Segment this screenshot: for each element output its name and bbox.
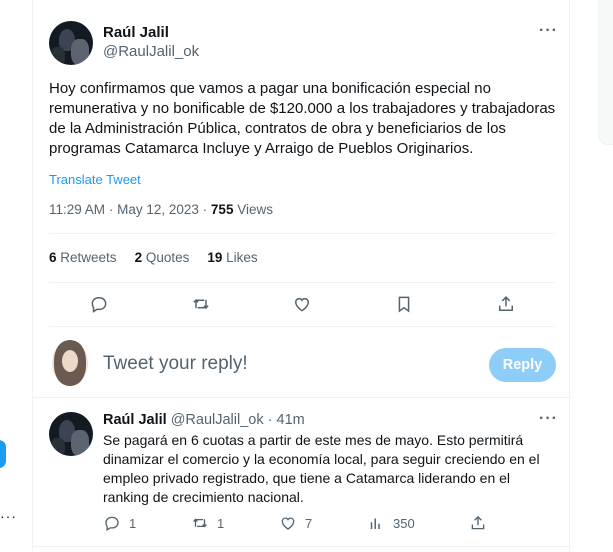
tweet-actions [33,292,571,316]
tweet-date[interactable]: May 12, 2023 [117,202,199,217]
divider [49,282,555,283]
header-separator: · [267,412,273,428]
like-action[interactable]: 7 [279,514,312,532]
views-count: 350 [393,515,415,531]
like-count: 7 [305,515,313,531]
translate-tweet-link[interactable]: Translate Tweet [49,172,141,187]
retweets-stat[interactable]: 6 Retweets [49,250,117,265]
reply-tweet-actions: 1 1 7 350 [103,514,543,534]
share-icon[interactable] [494,292,518,316]
divider [49,233,555,234]
share-icon [471,515,485,530]
author-handle[interactable]: @RaulJalil_ok [103,43,199,60]
retweet-icon[interactable] [189,292,213,316]
meta-separator: · [108,202,114,217]
retweet-count: 1 [217,515,225,531]
user-avatar[interactable] [52,340,88,386]
reply-time[interactable]: 41m [277,412,305,428]
reply-author-name[interactable]: Raúl Jalil [103,412,167,428]
reply-more-options-icon[interactable]: ··· [539,410,558,428]
reply-button[interactable]: Reply [489,348,556,382]
tweet-time[interactable]: 11:29 AM [49,202,105,217]
reply-count: 1 [129,515,137,531]
tweet-meta: 11:29 AM · May 12, 2023 · 755 Views [49,202,273,217]
bookmark-icon[interactable] [392,292,416,316]
reply-input[interactable]: Tweet your reply! [103,353,248,375]
views-action[interactable]: 350 [367,514,415,532]
search-panel-edge [598,0,613,145]
reply-tweet-header: Raúl Jalil @RaulJalil_ok · 41m [103,412,305,428]
quotes-stat[interactable]: 2 Quotes [135,250,190,265]
reply-tweet-text: Se pagará en 6 cuotas a partir de este m… [103,432,540,505]
divider [33,546,571,547]
reply-icon[interactable] [87,292,111,316]
retweet-icon [193,518,207,528]
views-label: Views [237,202,273,217]
tweet-column: Raúl Jalil @RaulJalil_ok ··· Hoy confirm… [32,0,571,552]
reply-author-avatar[interactable] [49,412,93,456]
author-avatar[interactable] [49,21,93,65]
divider [49,326,555,327]
views-count: 755 [210,202,234,217]
share-action[interactable] [469,514,487,532]
left-sidebar-edge: ··· [0,0,32,552]
like-icon[interactable] [290,292,314,316]
meta-separator: · [202,202,208,217]
more-options-icon[interactable]: ··· [539,22,558,40]
compose-button-edge[interactable] [0,440,6,468]
like-icon [281,517,295,530]
reply-author-handle[interactable]: @RaulJalil_ok [171,412,264,428]
account-more-icon[interactable]: ··· [0,508,17,524]
tweet-stats: 6 Retweets 2 Quotes 19 Likes [49,250,258,265]
retweet-action[interactable]: 1 [191,514,224,532]
reply-action[interactable]: 1 [103,514,136,532]
likes-stat[interactable]: 19 Likes [207,250,257,265]
tweet-text: Hoy confirmamos que vamos a pagar una bo… [49,80,556,157]
divider [33,397,571,398]
analytics-icon [370,518,380,529]
author-name[interactable]: Raúl Jalil [103,24,169,41]
reply-icon [105,516,119,531]
